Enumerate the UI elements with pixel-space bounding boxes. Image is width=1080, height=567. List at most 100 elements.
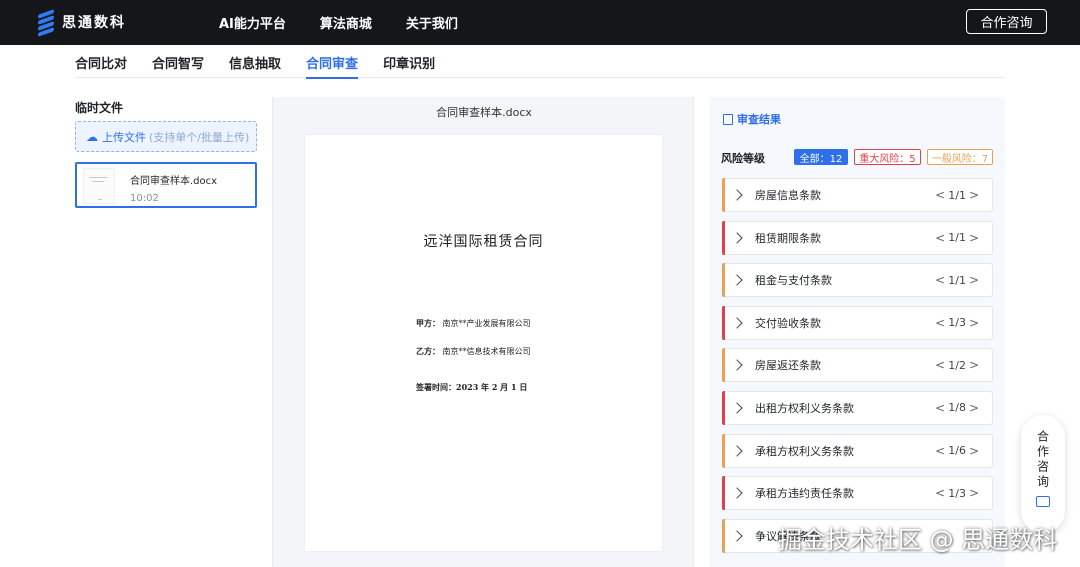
clause-page-count: 1/3 [948,316,966,330]
clause-page-count: 1/1 [948,231,966,245]
clause-page-count: 1/1 [948,188,966,202]
feature-tabs: 合同比对 合同智写 信息抽取 合同审查 印章识别 [75,45,1005,79]
clause-page-count: 1/2 [948,358,966,372]
clause-page-count: 1/1 [948,273,966,287]
clause-name: 房屋信息条款 [755,189,821,202]
tab-info-extraction[interactable]: 信息抽取 [229,45,281,78]
prev-page-icon[interactable]: < [935,486,945,500]
party-a-value: 南京**产业发展有限公司 [442,319,531,328]
clause-pager: <1/3 > [932,316,982,330]
clause-pager: <1/3 > [932,486,982,500]
clause-pager: <1/1 > [932,273,982,287]
risk-level-bar [722,348,725,383]
prev-page-icon[interactable]: < [935,444,945,458]
preview-file-title: 合同审查样本.docx [436,106,532,119]
prev-page-icon[interactable]: < [935,273,945,287]
clause-item[interactable]: 房屋返还条款 <1/2 > [722,348,993,383]
clause-pager: <1/2 > [932,358,982,372]
next-page-icon[interactable]: > [969,316,979,330]
prev-page-icon[interactable]: < [935,188,945,202]
nav-about-us[interactable]: 关于我们 [406,13,458,32]
doc-party-a: 甲方： 南京**产业发展有限公司 [416,318,531,329]
chevron-right-icon[interactable] [731,530,743,542]
nav-algorithm-store[interactable]: 算法商城 [320,13,372,32]
chevron-right-icon[interactable] [731,231,743,244]
risk-level-bar [722,390,725,425]
filter-major-risk-badge[interactable]: 重大风险：5 [854,149,921,165]
sign-label: 签署时间： [416,382,456,392]
chevron-right-icon[interactable] [731,317,743,329]
clause-name: 承租方违约责任条款 [755,487,854,501]
result-header: 审查结果 [723,111,781,127]
clause-item[interactable]: 租赁期限条款 <1/1 > [722,220,993,255]
consult-button[interactable]: 合作咨询 [966,9,1047,34]
chevron-right-icon[interactable] [731,274,743,286]
logo[interactable]: 思通数科 [38,9,126,37]
prev-page-icon[interactable]: < [935,316,945,330]
risk-level-bar [722,305,725,340]
chevron-right-icon[interactable] [731,487,743,499]
clause-item[interactable]: 租金与支付条款 <1/1 > [722,263,993,298]
risk-level-bar [722,263,725,298]
clause-item[interactable]: 交付验收条款 <1/3 > [722,305,993,340]
tab-contract-review[interactable]: 合同审查 [306,45,359,79]
upload-button[interactable]: ☁ 上传文件 (支持单个/批量上传) [75,121,257,152]
clause-item[interactable]: 房屋信息条款 <1/1 > [722,178,993,212]
risk-level-bar [722,433,725,468]
chat-icon [1036,496,1050,507]
clause-item[interactable]: 出租方权利义务条款 <1/8 > [722,390,993,425]
chevron-right-icon[interactable] [731,359,743,372]
clause-name: 出租方权利义务条款 [755,401,854,415]
sign-date: 2023 年 2 月 1 日 [456,382,528,392]
next-page-icon[interactable]: > [969,231,979,245]
file-name: 合同审查样本.docx [130,176,218,187]
prev-page-icon[interactable]: < [935,231,945,245]
next-page-icon[interactable]: > [969,444,979,458]
filter-normal-risk-badge[interactable]: 一般风险：7 [927,149,993,165]
next-page-icon[interactable]: > [969,273,979,287]
clause-name: 房屋返还条款 [755,359,821,373]
floating-consult-widget[interactable]: 合作咨询 [1021,415,1065,533]
document-page: 远洋国际租赁合同 甲方： 南京**产业发展有限公司 乙方： 南京**信息技术有限… [305,135,662,551]
main-nav: AI能力平台 算法商城 关于我们 [219,13,492,32]
prev-page-icon[interactable]: < [935,401,945,415]
next-page-icon[interactable]: > [969,401,979,415]
party-b-label: 乙方： [416,346,440,356]
clause-pager: <1/1 > [932,188,982,202]
clause-name: 承租方权利义务条款 [755,444,854,458]
doc-party-b: 乙方： 南京**信息技术有限公司 [416,346,531,357]
document-preview[interactable]: 合同审查样本.docx 远洋国际租赁合同 甲方： 南京**产业发展有限公司 乙方… [272,97,694,567]
clause-page-count: 1/6 [948,444,966,458]
chevron-right-icon[interactable] [731,402,743,414]
risk-level-bar [722,178,725,212]
review-result-panel: 审查结果 风险等级 全部：12 重大风险：5 一般风险：7 房屋信息条款 <1/1… [710,97,1005,567]
cloud-upload-icon: ☁ [86,129,98,144]
tab-contract-writing[interactable]: 合同智写 [152,45,204,78]
clause-list: 房屋信息条款 <1/1 > 租赁期限条款 <1/1 > 租金与支付条款 <1/1 > 交付验收条款… [722,178,993,561]
doc-title: 远洋国际租赁合同 [423,234,544,250]
tab-seal-recognition[interactable]: 印章识别 [383,45,435,78]
clause-pager: <1/6 > [932,444,982,458]
risk-level-bar [722,220,725,255]
document-check-icon [723,113,733,125]
clause-item[interactable]: 承租方违约责任条款 <1/3 > [722,476,993,511]
clause-item[interactable]: 承租方权利义务条款 <1/6 > [722,433,993,468]
risk-level-bar [722,518,725,553]
file-item[interactable]: 合同审查样本.docx 10:02 [75,162,257,208]
next-page-icon[interactable]: > [969,358,979,372]
next-page-icon[interactable]: > [969,486,979,500]
clause-name: 租赁期限条款 [755,231,821,245]
logo-mark-icon [38,9,54,37]
top-navbar: 思通数科 AI能力平台 算法商城 关于我们 合作咨询 [0,0,1080,45]
nav-ai-platform[interactable]: AI能力平台 [219,13,286,32]
party-a-label: 甲方： [416,318,440,328]
next-page-icon[interactable]: > [969,188,979,202]
clause-pager: <1/1 > [932,231,982,245]
prev-page-icon[interactable]: < [935,358,945,372]
tab-contract-compare[interactable]: 合同比对 [75,45,127,78]
chevron-right-icon[interactable] [731,189,743,201]
chevron-right-icon[interactable] [731,444,743,457]
clause-pager: <1/8 > [932,401,982,415]
filter-all-badge[interactable]: 全部：12 [794,149,848,165]
clause-name: 交付验收条款 [755,316,821,330]
